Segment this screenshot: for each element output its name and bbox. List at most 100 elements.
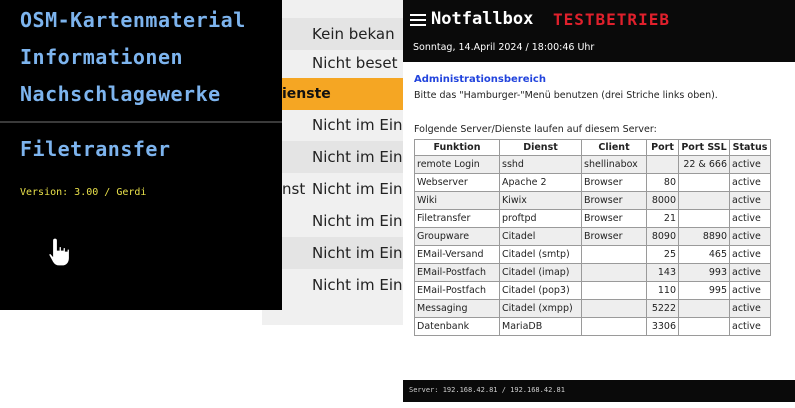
menu-divider [0,121,282,123]
background-list-item-label: Kein bekan [312,25,395,43]
table-cell: proftpd [499,209,582,228]
table-cell: Citadel (imap) [499,263,582,282]
background-list-item[interactable]: Nicht beset [262,47,412,79]
table-cell: 8000 [646,191,679,210]
table-cell: Apache 2 [499,173,582,192]
background-list-item[interactable]: Nicht im Ein [262,237,412,269]
background-list-item-label: ienste [282,86,331,102]
background-list-item[interactable]: Kein bekan [262,18,412,50]
table-cell: active [729,317,771,336]
menu-item-reference-works[interactable]: Nachschlagewerke [20,82,221,106]
server-ip-label: Server: 192.168.42.81 / 192.168.42.81 [409,386,565,394]
table-cell: Citadel [499,227,582,246]
table-cell: active [729,173,771,192]
table-row: remote Login sshd shellinabox 22 & 666 activ… [414,155,771,174]
background-list-item-label: Nicht im Ein [312,276,403,294]
background-list-item-label: Nicht im Ein [312,244,403,262]
col-header-function: Funktion [414,139,500,156]
table-cell: EMail-Postfach [414,263,500,282]
background-list-item-label: Nicht im Ein [312,116,403,134]
table-cell: 21 [646,209,679,228]
table-cell [581,245,647,264]
table-cell: 8890 [678,227,730,246]
table-cell: 143 [646,263,679,282]
table-cell: shellinabox [581,155,647,174]
table-cell [581,281,647,300]
table-cell: 110 [646,281,679,300]
table-row: EMail-Postfach Citadel (pop3) 110 995 active [414,281,771,300]
notfallbox-window: Notfallbox TESTBETRIEB Sonntag, 14.April… [403,0,795,408]
table-cell: 995 [678,281,730,300]
version-label: Version: 3.00 / Gerdi [20,187,147,198]
table-cell [678,317,730,336]
table-cell: Browser [581,191,647,210]
table-cell: active [729,281,771,300]
table-cell: Browser [581,209,647,228]
table-cell: EMail-Postfach [414,281,500,300]
table-cell [581,263,647,282]
table-cell: Citadel (xmpp) [499,299,582,318]
table-cell: active [729,227,771,246]
background-list-item-label: Nicht im Ein [312,180,403,198]
table-cell: Datenbank [414,317,500,336]
background-list-item[interactable]: Nicht im Ein [262,141,412,173]
background-list-item[interactable]: Nicht im Ein [262,269,412,301]
table-row: Filetransfer proftpd Browser 21 active [414,209,771,228]
background-list-item[interactable]: Nicht im Ein nst [262,173,412,205]
table-cell: 3306 [646,317,679,336]
col-header-port: Port [646,139,679,156]
col-header-status: Status [729,139,771,156]
top-bar: Notfallbox TESTBETRIEB Sonntag, 14.April… [403,0,795,62]
background-list-item[interactable]: ienste [262,78,412,110]
table-cell: active [729,155,771,174]
background-list-item[interactable]: Nicht im Ein [262,205,412,237]
table-cell: 25 [646,245,679,264]
background-service-list: Kein bekan Nicht beset ienste Nicht im Ein N… [262,0,412,325]
background-list-item-label: Nicht im Ein [312,148,403,166]
table-cell: 22 & 666 [678,155,730,174]
table-cell: 80 [646,173,679,192]
table-cell: active [729,299,771,318]
hamburger-menu-icon[interactable] [410,14,426,26]
background-list-edge-fragment: nst [282,180,306,198]
table-cell: 5222 [646,299,679,318]
table-row: Wiki Kiwix Browser 8000 active [414,191,771,210]
table-cell: Filetransfer [414,209,500,228]
table-cell: Groupware [414,227,500,246]
admin-hint-text: Bitte das "Hamburger-"Menü benutzen (dre… [414,90,718,101]
table-cell [581,299,647,318]
table-cell: Citadel (smtp) [499,245,582,264]
table-cell: active [729,191,771,210]
table-cell: remote Login [414,155,500,174]
table-cell: active [729,263,771,282]
menu-item-filetransfer[interactable]: Filetransfer [20,137,171,161]
date-time: Sonntag, 14.April 2024 / 18:00:46 Uhr [413,42,595,53]
background-list-item[interactable]: Nicht im Ein [262,109,412,141]
background-list-item-label: Nicht beset [312,54,398,72]
table-row: EMail-Postfach Citadel (imap) 143 993 active [414,263,771,282]
table-row: Datenbank MariaDB 3306 active [414,317,771,336]
table-row: Webserver Apache 2 Browser 80 active [414,173,771,192]
background-list-item-label: Nicht im Ein [312,212,403,230]
test-mode-badge: TESTBETRIEB [553,10,670,29]
table-cell [678,173,730,192]
table-header-row: Funktion Dienst Client Port Port SSL Sta… [414,139,771,156]
table-cell: EMail-Versand [414,245,500,264]
menu-item-information[interactable]: Informationen [20,45,183,69]
table-cell: Webserver [414,173,500,192]
table-cell [678,191,730,210]
table-row: Groupware Citadel Browser 8090 8890 active [414,227,771,246]
table-cell [646,155,679,174]
table-cell: active [729,209,771,228]
table-row: EMail-Versand Citadel (smtp) 25 465 active [414,245,771,264]
col-header-service: Dienst [499,139,582,156]
menu-item-osm-maps[interactable]: OSM-Kartenmaterial [20,8,246,32]
table-cell: Citadel (pop3) [499,281,582,300]
table-cell: 465 [678,245,730,264]
table-cell: Browser [581,173,647,192]
side-menu: OSM-Kartenmaterial Informationen Nachsch… [0,0,282,310]
server-services-table: Funktion Dienst Client Port Port SSL Sta… [414,139,771,336]
table-row: Messaging Citadel (xmpp) 5222 active [414,299,771,318]
admin-area-heading: Administrationsbereich [414,74,546,85]
table-cell [678,299,730,318]
